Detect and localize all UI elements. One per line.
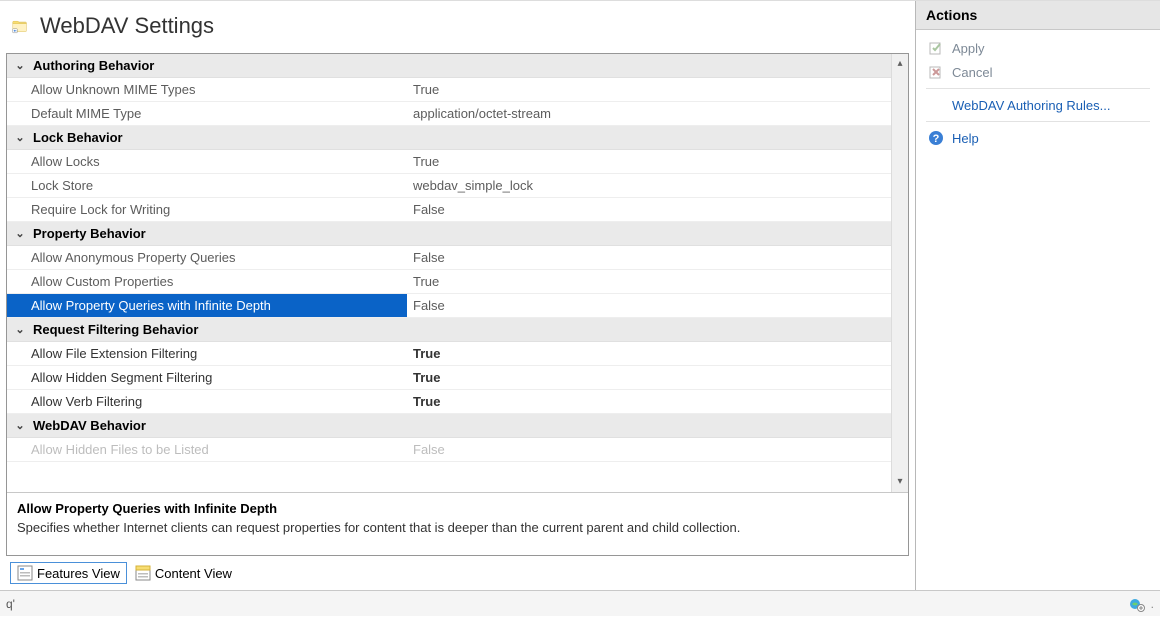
- property-label: Default MIME Type: [7, 102, 407, 125]
- action-authoring-rules[interactable]: WebDAV Authoring Rules...: [920, 93, 1156, 117]
- action-apply: Apply: [920, 36, 1156, 60]
- category-header[interactable]: ⌄ WebDAV Behavior: [7, 414, 891, 438]
- property-label: Allow File Extension Filtering: [7, 342, 407, 365]
- property-label: Allow Custom Properties: [7, 270, 407, 293]
- property-value[interactable]: True: [407, 150, 891, 173]
- property-label: Allow Anonymous Property Queries: [7, 246, 407, 269]
- category-header[interactable]: ⌄ Request Filtering Behavior: [7, 318, 891, 342]
- property-row[interactable]: Allow LocksTrue: [7, 150, 891, 174]
- property-row[interactable]: Allow Hidden Segment FilteringTrue: [7, 366, 891, 390]
- features-view-icon: [17, 565, 33, 581]
- category-header[interactable]: ⌄ Property Behavior: [7, 222, 891, 246]
- action-authoring-rules-label: WebDAV Authoring Rules...: [952, 98, 1111, 113]
- category-label: Request Filtering Behavior: [33, 322, 198, 337]
- description-panel: Allow Property Queries with Infinite Dep…: [7, 492, 908, 555]
- property-label: Allow Unknown MIME Types: [7, 78, 407, 101]
- status-left: q': [6, 597, 15, 611]
- property-label: Allow Hidden Segment Filtering: [7, 366, 407, 389]
- actions-header: Actions: [916, 1, 1160, 30]
- chevron-down-icon: ⌄: [13, 131, 27, 144]
- property-value[interactable]: True: [407, 366, 891, 389]
- property-value[interactable]: True: [407, 390, 891, 413]
- blank-icon: [928, 97, 944, 113]
- property-row[interactable]: Allow Verb FilteringTrue: [7, 390, 891, 414]
- view-tabs: Features View Content View: [6, 556, 909, 584]
- property-value[interactable]: True: [407, 78, 891, 101]
- property-value[interactable]: webdav_simple_lock: [407, 174, 891, 197]
- chevron-down-icon: ⌄: [13, 227, 27, 240]
- vertical-scrollbar[interactable]: ▴ ▾: [891, 54, 908, 492]
- chevron-down-icon: ⌄: [13, 323, 27, 336]
- property-row[interactable]: Allow Property Queries with Infinite Dep…: [7, 294, 891, 318]
- property-label: Allow Hidden Files to be Listed: [7, 438, 407, 461]
- property-label: Allow Property Queries with Infinite Dep…: [7, 294, 407, 317]
- content-view-icon: [135, 565, 151, 581]
- help-icon: ?: [928, 130, 944, 146]
- tab-features-view[interactable]: Features View: [10, 562, 127, 584]
- category-label: Property Behavior: [33, 226, 146, 241]
- property-label: Require Lock for Writing: [7, 198, 407, 221]
- tab-content-label: Content View: [155, 566, 232, 581]
- description-body: Specifies whether Internet clients can r…: [17, 520, 898, 535]
- main-panel: WebDAV Settings ⌄ Authoring Behavior Allow…: [0, 1, 915, 590]
- property-grid: ⌄ Authoring Behavior Allow Unknown MIME Ty…: [6, 53, 909, 556]
- webdav-icon: [12, 18, 28, 34]
- action-apply-label: Apply: [952, 41, 985, 56]
- property-value[interactable]: False: [407, 438, 891, 461]
- property-row[interactable]: Default MIME Typeapplication/octet-strea…: [7, 102, 891, 126]
- property-row[interactable]: Lock Storewebdav_simple_lock: [7, 174, 891, 198]
- property-row[interactable]: Allow Unknown MIME TypesTrue: [7, 78, 891, 102]
- property-value[interactable]: False: [407, 246, 891, 269]
- tab-content-view[interactable]: Content View: [129, 563, 238, 583]
- action-help-label: Help: [952, 131, 979, 146]
- action-separator: [926, 121, 1150, 122]
- category-header[interactable]: ⌄ Lock Behavior: [7, 126, 891, 150]
- property-row[interactable]: Allow File Extension FilteringTrue: [7, 342, 891, 366]
- property-value[interactable]: True: [407, 270, 891, 293]
- chevron-down-icon: ⌄: [13, 59, 27, 72]
- action-help[interactable]: ? Help: [920, 126, 1156, 150]
- category-header[interactable]: ⌄ Authoring Behavior: [7, 54, 891, 78]
- action-separator: [926, 88, 1150, 89]
- property-row[interactable]: Allow Anonymous Property QueriesFalse: [7, 246, 891, 270]
- apply-icon: [928, 40, 944, 56]
- property-row[interactable]: Allow Hidden Files to be ListedFalse: [7, 438, 891, 462]
- cancel-icon: [928, 64, 944, 80]
- action-cancel: Cancel: [920, 60, 1156, 84]
- category-label: Authoring Behavior: [33, 58, 154, 73]
- page-title: WebDAV Settings: [40, 13, 214, 39]
- property-value[interactable]: False: [407, 198, 891, 221]
- tab-features-label: Features View: [37, 566, 120, 581]
- property-label: Lock Store: [7, 174, 407, 197]
- category-label: Lock Behavior: [33, 130, 123, 145]
- property-row[interactable]: Allow Custom PropertiesTrue: [7, 270, 891, 294]
- status-bar: q' .: [0, 590, 1160, 616]
- chevron-down-icon: ⌄: [13, 419, 27, 432]
- property-label: Allow Verb Filtering: [7, 390, 407, 413]
- property-row[interactable]: Require Lock for WritingFalse: [7, 198, 891, 222]
- actions-pane: Actions Apply Cancel: [915, 1, 1160, 590]
- property-value[interactable]: False: [407, 294, 891, 317]
- property-value[interactable]: application/octet-stream: [407, 102, 891, 125]
- property-label: Allow Locks: [7, 150, 407, 173]
- action-cancel-label: Cancel: [952, 65, 992, 80]
- title-row: WebDAV Settings: [6, 7, 909, 53]
- status-config-icon[interactable]: [1129, 596, 1145, 612]
- property-value[interactable]: True: [407, 342, 891, 365]
- description-title: Allow Property Queries with Infinite Dep…: [17, 501, 898, 516]
- category-label: WebDAV Behavior: [33, 418, 146, 433]
- svg-text:?: ?: [933, 133, 940, 145]
- scroll-up-arrow[interactable]: ▴: [897, 56, 902, 72]
- scroll-down-arrow[interactable]: ▾: [897, 474, 902, 490]
